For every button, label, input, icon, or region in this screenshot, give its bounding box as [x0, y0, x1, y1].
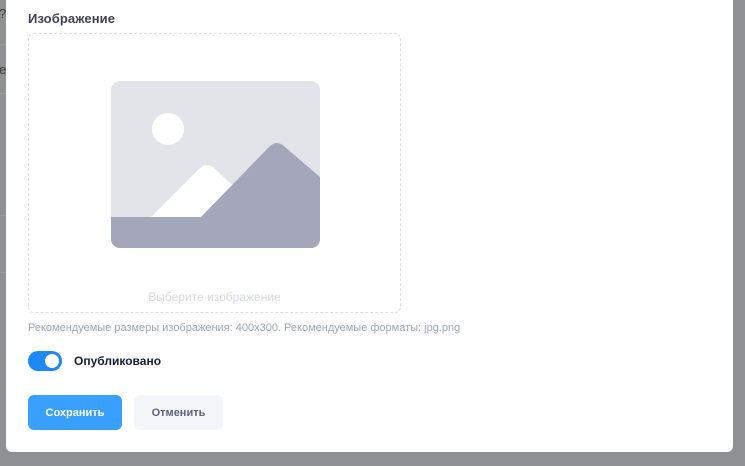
cancel-button[interactable]: Отменить	[134, 395, 223, 430]
image-field-label: Изображение	[28, 11, 116, 26]
image-dropzone[interactable]: Выберите изображение	[28, 33, 401, 313]
save-button[interactable]: Сохранить	[28, 395, 122, 430]
image-placeholder-icon	[111, 81, 320, 248]
published-label: Опубликовано	[74, 354, 162, 368]
image-help-text: Рекомендуемые размеры изображения: 400x3…	[28, 322, 461, 334]
edit-modal: Изображение Выберите изображение Рекомен…	[6, 0, 733, 452]
published-toggle[interactable]	[28, 351, 62, 371]
toggle-knob	[45, 354, 59, 368]
dropzone-hint: Выберите изображение	[148, 290, 281, 304]
